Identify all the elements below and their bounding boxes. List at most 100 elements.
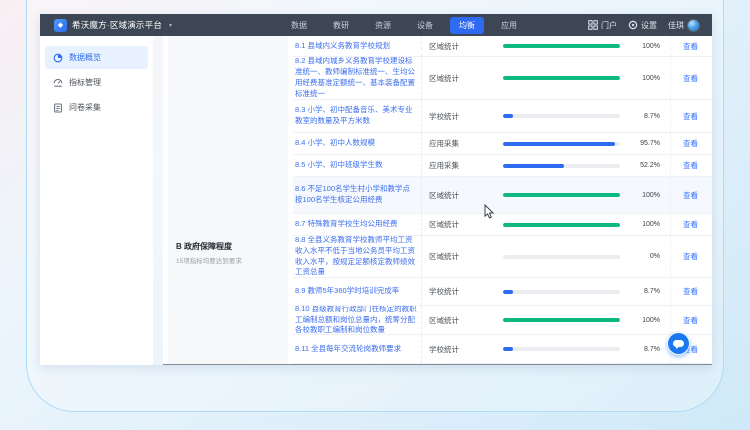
view-link[interactable]: 查看 (670, 177, 712, 213)
table-row: 8.8 全县义务教育学校教师平均工资收入水平不低于当地公务员平均工资收入水平，按… (293, 236, 712, 278)
table-row: 8.7 特殊教育学校生均公用经费区域统计100%查看 (293, 214, 712, 236)
view-link[interactable]: 查看 (670, 236, 712, 277)
indicator-name-link[interactable]: 8.4 小学、初中人数规模 (293, 136, 421, 151)
user-name: 佳琪 (668, 20, 684, 31)
nav-menu: 数据教研资源设备均衡应用 (282, 17, 526, 34)
table-row: 8.9 教师5年360学时培训完成率学校统计8.7% 查看 (293, 278, 712, 306)
progress-cell: 8.7% (495, 288, 660, 295)
left-sidebar: 数据概览指标管理问卷采集 (40, 36, 153, 365)
progress-fill (503, 114, 513, 118)
progress-track (503, 76, 620, 80)
indicator-name-link[interactable]: 8.3 小学、初中配备音乐、美术专业教室的数量及平方米数 (293, 103, 421, 129)
indicator-name-link[interactable]: 8.10 县级教育行政部门在核定的教职工编制总额和岗位总量内，统筹分配各校教职工… (293, 306, 421, 335)
chevron-down-icon: ▾ (169, 22, 172, 29)
view-link[interactable]: 查看 (670, 214, 712, 235)
progress-percent: 100% (624, 317, 660, 324)
table-row: 8.2 县域内城乡义务教育学校建设标准统一、教师编制标准统一、生均公用经费基准定… (293, 57, 712, 100)
progress-percent: 8.7% (624, 113, 660, 120)
table-row: 8.5 小学、初中班级学生数应用采集52.2%查看 (293, 155, 712, 177)
collect-type-label: 学校统计 (421, 335, 495, 363)
nav-item-3[interactable]: 设备 (408, 17, 442, 34)
progress-percent: 0% (624, 253, 660, 260)
collect-type-label: 区域统计 (421, 236, 495, 277)
collect-type-label: 区域统计 (421, 214, 495, 235)
progress-track (503, 164, 620, 168)
progress-track (503, 193, 620, 197)
top-navbar: ◆ 希沃魔方·区域演示平台 ▾ 数据教研资源设备均衡应用 门户 设置 (40, 14, 712, 36)
view-link[interactable]: 查看 (670, 100, 712, 132)
indicator-name-link[interactable]: 8.11 全县每年交流轮岗教师要求 (293, 342, 421, 357)
progress-fill (503, 318, 620, 322)
indicator-name-link[interactable]: 8.5 小学、初中班级学生数 (293, 158, 421, 173)
collect-type-label: 学校统计 (421, 278, 495, 305)
view-link[interactable]: 查看 (670, 57, 712, 99)
sidebar-item-0[interactable]: 数据概览 (45, 46, 148, 69)
progress-fill (503, 347, 513, 351)
sidebar-item-label: 数据概览 (69, 52, 101, 63)
collect-type-label: 应用采集 (421, 133, 495, 154)
table-row: 8.11 全县每年交流轮岗教师要求学校统计8.7%查看 (293, 335, 712, 364)
progress-percent: 52.2% (624, 162, 660, 169)
indicator-name-link[interactable]: 8.1 县域内义务教育学校规划 (293, 39, 421, 54)
view-link[interactable]: 查看 (670, 278, 712, 305)
nav-item-1[interactable]: 教研 (324, 17, 358, 34)
view-link[interactable]: 查看 (670, 36, 712, 56)
category-title: B 政府保障程度 (176, 241, 242, 252)
progress-percent: 8.7% (624, 346, 660, 353)
progress-fill (503, 76, 620, 80)
collect-type-label: 区域统计 (421, 306, 495, 334)
progress-cell: 0% (495, 253, 660, 260)
progress-track (503, 290, 620, 294)
navbar-right: 门户 设置 佳琪 (588, 19, 712, 32)
table-row: 8.1 县域内义务教育学校规划区域统计100%查看 (293, 36, 712, 57)
indicator-name-link[interactable]: 8.8 全县义务教育学校教师平均工资收入水平不低于当地公务员平均工资收入水平，按… (293, 236, 421, 278)
progress-percent: 100% (624, 192, 660, 199)
view-link[interactable]: 查看 (670, 155, 712, 176)
indicator-name-link[interactable]: 8.9 教师5年360学时培训完成率 (293, 284, 421, 299)
settings-button[interactable]: 设置 (628, 20, 657, 31)
progress-track (503, 114, 620, 118)
progress-cell: 100% (495, 192, 660, 199)
indicator-table-panel: B 政府保障程度 15项指标均要达到要求 8.1 县域内义务教育学校规划区域统计… (163, 36, 712, 365)
indicator-name-link[interactable]: 8.7 特殊教育学校生均公用经费 (293, 217, 421, 232)
indicator-name-link[interactable]: 8.2 县域内城乡义务教育学校建设标准统一、教师编制标准统一、生均公用经费基准定… (293, 57, 421, 100)
grid-icon (588, 20, 598, 30)
indicator-name-link[interactable]: 8.6 不足100名学生村小学和教学点按100名学生核定公用经费 (293, 182, 421, 208)
nav-item-2[interactable]: 资源 (366, 17, 400, 34)
view-link[interactable]: 查看 (670, 133, 712, 154)
brand-logo-icon: ◆ (54, 19, 67, 32)
progress-fill (503, 44, 620, 48)
progress-track (503, 142, 620, 146)
progress-track (503, 318, 620, 322)
progress-cell: 8.7% (495, 346, 660, 353)
progress-fill (503, 164, 564, 168)
progress-fill (503, 223, 620, 227)
nav-item-0[interactable]: 数据 (282, 17, 316, 34)
table-row: 8.3 小学、初中配备音乐、美术专业教室的数量及平方米数学校统计8.7%查看 (293, 100, 712, 133)
portal-button[interactable]: 门户 (588, 20, 617, 31)
user-avatar (687, 19, 700, 32)
nav-item-4[interactable]: 均衡 (450, 17, 484, 34)
table-row: 8.4 小学、初中人数规模应用采集 95.7% 查看 (293, 133, 712, 155)
sidebar-item-label: 问卷采集 (69, 102, 101, 113)
brand[interactable]: ◆ 希沃魔方·区域演示平台 ▾ (40, 19, 240, 32)
category-cell: B 政府保障程度 15项指标均要达到要求 (168, 36, 288, 364)
nav-item-5[interactable]: 应用 (492, 17, 526, 34)
sidebar-item-1[interactable]: 指标管理 (45, 71, 148, 94)
progress-fill (503, 142, 615, 146)
progress-cell: 100% (495, 75, 660, 82)
progress-cell: 95.7% (495, 140, 660, 147)
progress-cell: 52.2% (495, 162, 660, 169)
progress-track (503, 223, 620, 227)
view-link[interactable]: 查看 (670, 306, 712, 334)
sidebar-item-2[interactable]: 问卷采集 (45, 96, 148, 119)
user-menu[interactable]: 佳琪 (668, 19, 700, 32)
progress-percent: 100% (624, 75, 660, 82)
progress-percent: 95.7% (624, 140, 660, 147)
progress-track (503, 255, 620, 259)
portal-label: 门户 (601, 20, 617, 31)
progress-cell: 100% (495, 43, 660, 50)
sidebar-item-label: 指标管理 (69, 77, 101, 88)
chat-support-button[interactable] (667, 332, 690, 355)
indicator-manage-icon (53, 78, 63, 88)
